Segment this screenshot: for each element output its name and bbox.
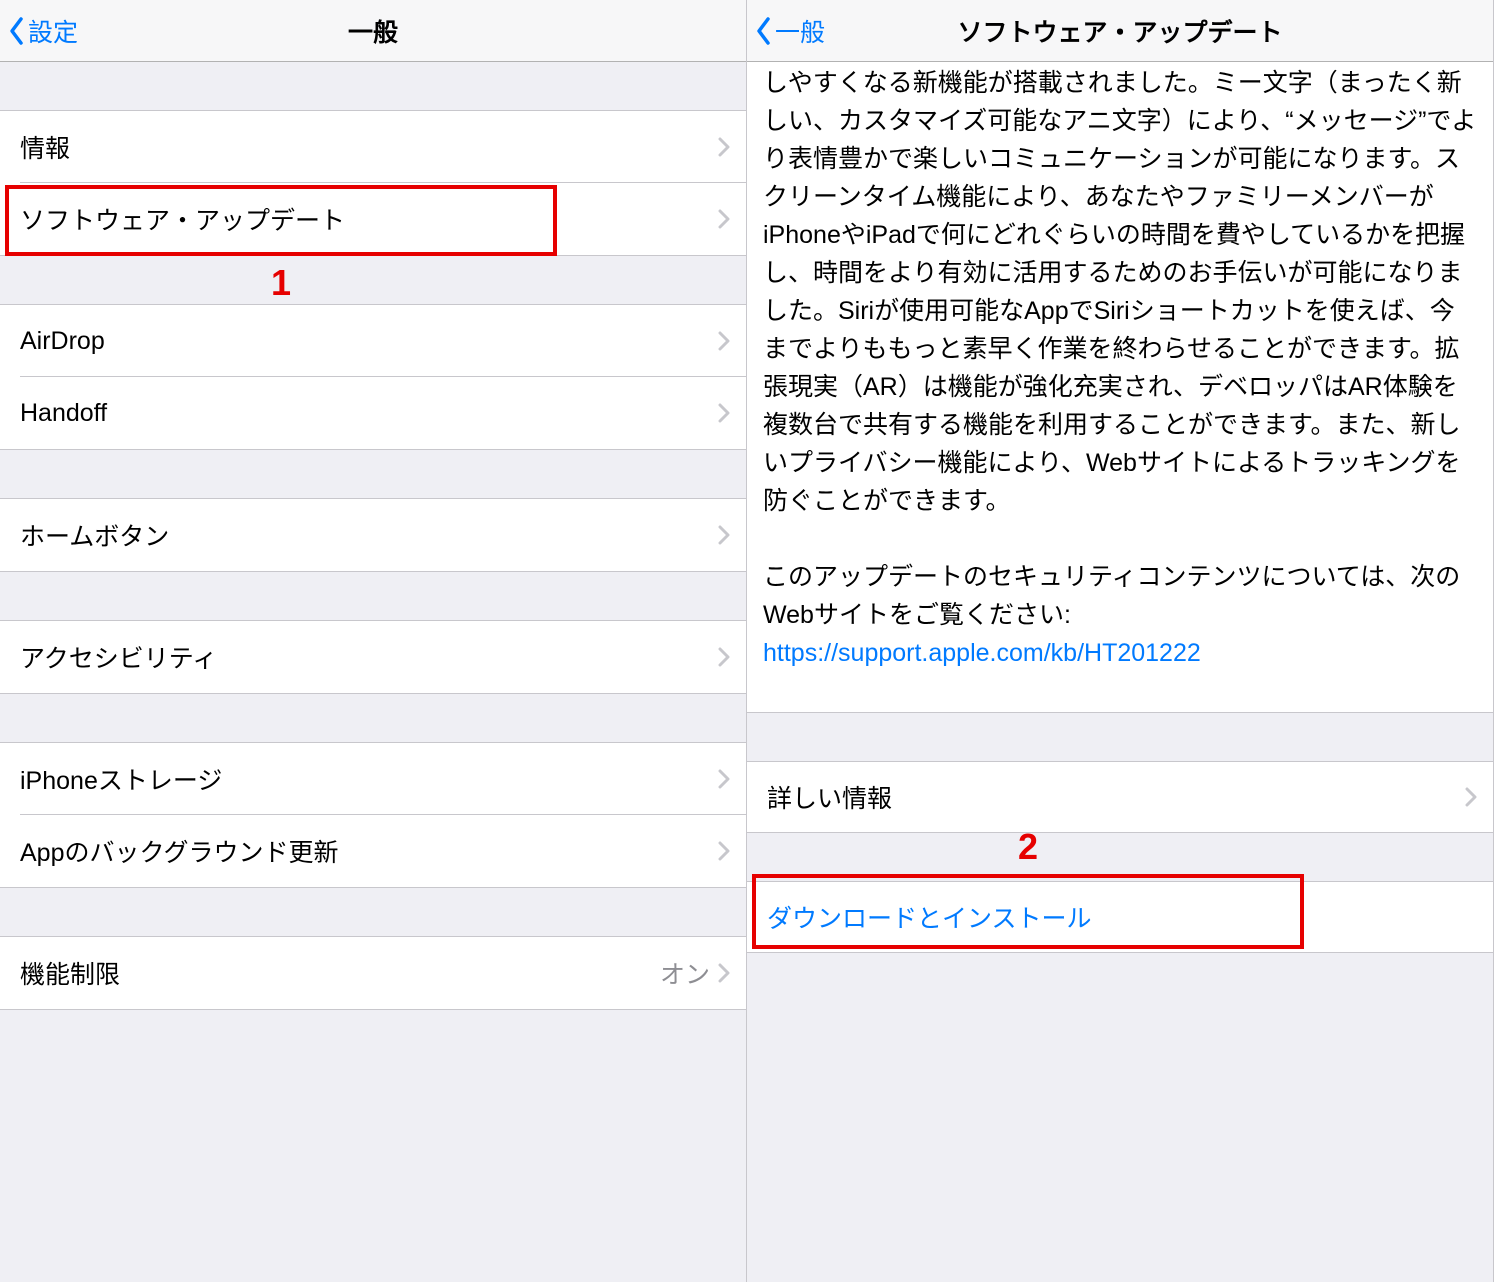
chevron-right-icon (718, 137, 730, 157)
update-description: しやすくなる新機能が搭載されました。ミー文字（まったく新しい、カスタマイズ可能な… (747, 62, 1493, 713)
spacer (0, 256, 746, 304)
cell-background-refresh[interactable]: Appのバックグラウンド更新 (0, 815, 746, 887)
chevron-right-icon (718, 403, 730, 423)
group-accessibility: アクセシビリティ (0, 620, 746, 694)
right-content: しやすくなる新機能が搭載されました。ミー文字（まったく新しい、カスタマイズ可能な… (747, 62, 1493, 1282)
chevron-right-icon (718, 769, 730, 789)
chevron-left-icon (755, 16, 773, 46)
group-storage: iPhoneストレージ Appのバックグラウンド更新 (0, 742, 746, 888)
navbar-left: 設定 一般 (0, 0, 746, 62)
cell-label: アクセシビリティ (20, 639, 718, 675)
back-button-settings[interactable]: 設定 (8, 13, 78, 49)
description-text: しやすくなる新機能が搭載されました。ミー文字（まったく新しい、カスタマイズ可能な… (763, 69, 1476, 515)
back-label: 設定 (28, 13, 78, 49)
chevron-right-icon (718, 209, 730, 229)
cell-airdrop[interactable]: AirDrop (0, 305, 746, 377)
spacer (0, 888, 746, 936)
chevron-right-icon (718, 525, 730, 545)
group-airdrop-handoff: AirDrop Handoff (0, 304, 746, 450)
download-install-button[interactable]: ダウンロードとインストール (747, 881, 1493, 953)
group-home-button: ホームボタン (0, 498, 746, 572)
chevron-left-icon (8, 16, 26, 46)
cell-label: 情報 (20, 129, 718, 165)
cell-accessibility[interactable]: アクセシビリティ (0, 621, 746, 693)
cell-about[interactable]: 情報 (0, 111, 746, 183)
action-label: ダウンロードとインストール (767, 899, 1092, 935)
cell-iphone-storage[interactable]: iPhoneストレージ (0, 743, 746, 815)
back-label: 一般 (775, 13, 825, 49)
group-restrictions: 機能制限 オン (0, 936, 746, 1010)
cell-label: Handoff (20, 399, 718, 428)
cell-label: Appのバックグラウンド更新 (20, 833, 718, 869)
chevron-right-icon (718, 331, 730, 351)
cell-value: オン (660, 955, 710, 991)
spacer (747, 833, 1493, 881)
spacer (0, 572, 746, 620)
chevron-right-icon (1465, 787, 1477, 807)
cell-label: iPhoneストレージ (20, 761, 718, 797)
page-title-general: 一般 (0, 13, 746, 49)
page-title-software-update: ソフトウェア・アップデート (747, 13, 1493, 49)
cell-label: 詳しい情報 (767, 779, 1465, 815)
description-footer: このアップデートのセキュリティコンテンツについては、次のWebサイトをご覧くださ… (763, 563, 1460, 629)
left-content: 情報 ソフトウェア・アップデート AirDrop Handoff ホームボタン (0, 62, 746, 1282)
cell-handoff[interactable]: Handoff (0, 377, 746, 449)
cell-label: ソフトウェア・アップデート (20, 201, 718, 237)
back-button-general[interactable]: 一般 (755, 13, 825, 49)
software-update-panel: 一般 ソフトウェア・アップデート しやすくなる新機能が搭載されました。ミー文字（… (747, 0, 1494, 1282)
cell-label: AirDrop (20, 327, 718, 356)
general-settings-panel: 設定 一般 情報 ソフトウェア・アップデート AirDrop Handoff (0, 0, 747, 1282)
security-link[interactable]: https://support.apple.com/kb/HT201222 (763, 639, 1201, 667)
cell-more-info[interactable]: 詳しい情報 (747, 761, 1493, 833)
spacer (0, 694, 746, 742)
chevron-right-icon (718, 841, 730, 861)
spacer (0, 450, 746, 498)
cell-label: 機能制限 (20, 955, 660, 991)
group-about-update: 情報 ソフトウェア・アップデート (0, 110, 746, 256)
cell-home-button[interactable]: ホームボタン (0, 499, 746, 571)
chevron-right-icon (718, 647, 730, 667)
cell-label: ホームボタン (20, 517, 718, 553)
spacer (0, 62, 746, 110)
navbar-right: 一般 ソフトウェア・アップデート (747, 0, 1493, 62)
chevron-right-icon (718, 963, 730, 983)
spacer (747, 713, 1493, 761)
cell-software-update[interactable]: ソフトウェア・アップデート (0, 183, 746, 255)
cell-restrictions[interactable]: 機能制限 オン (0, 937, 746, 1009)
